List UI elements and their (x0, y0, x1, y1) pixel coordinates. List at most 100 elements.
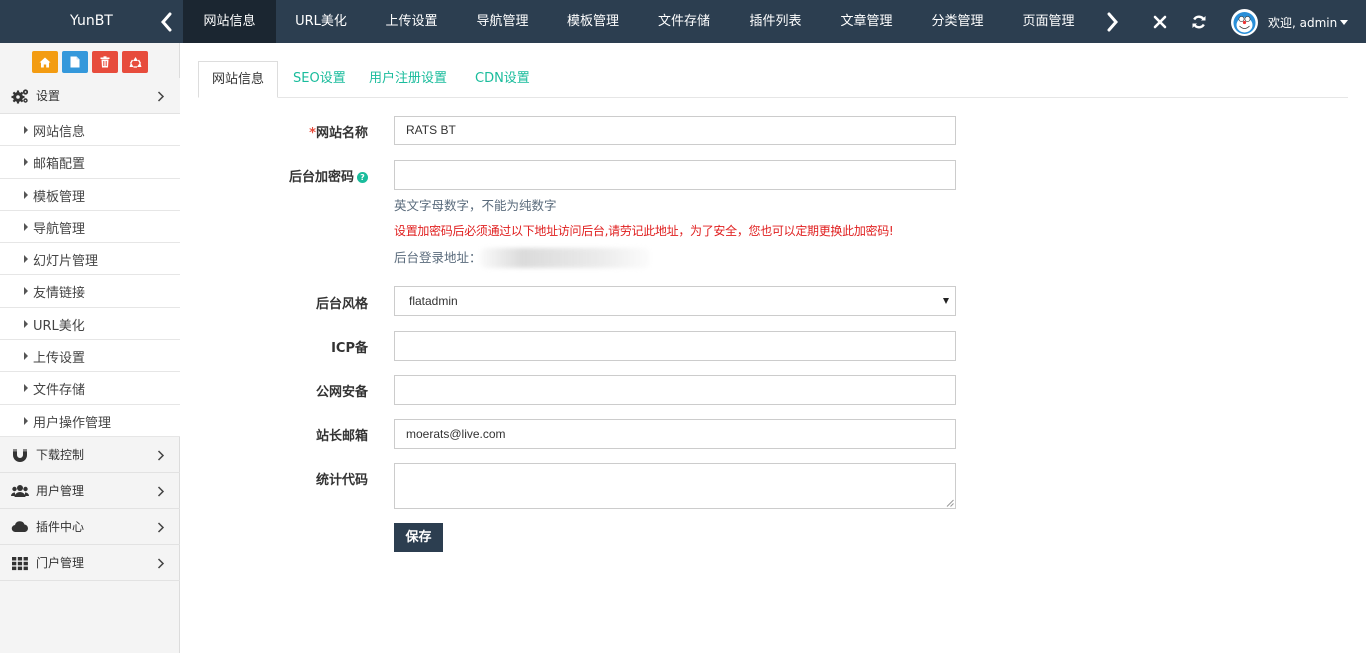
police-record-input[interactable] (394, 375, 956, 405)
chevron-right-icon[interactable] (1102, 11, 1122, 33)
sidebar-section-user-management[interactable]: 用户管理 (0, 473, 180, 509)
users-icon (11, 485, 29, 497)
site-name-label: *网站名称 (309, 126, 368, 141)
admin-email-label: 站长邮箱 (315, 429, 368, 444)
user-menu[interactable]: 欢迎, admin (1231, 8, 1349, 36)
topnav-item-page-management[interactable]: 页面管理 (1003, 0, 1094, 43)
home-button[interactable] (32, 51, 58, 73)
sidebar-section-label: 设置 (36, 89, 61, 103)
topnav-item-plugin-list[interactable]: 插件列表 (730, 0, 821, 43)
topnav-item-category-management[interactable]: 分类管理 (912, 0, 1003, 43)
avatar (1231, 8, 1258, 36)
topnav-item-template-management[interactable]: 模板管理 (548, 0, 638, 43)
stats-code-label: 统计代码 (315, 473, 368, 488)
caret-right-icon (24, 287, 28, 296)
recycle-icon (129, 57, 141, 68)
caret-down-icon (943, 298, 949, 304)
admin-password-warning: 设置加密码后必须通过以下地址访问后台,请劳记此地址，为了安全，您也可以定期更换此… (394, 224, 894, 238)
chevron-right-icon (157, 486, 165, 497)
caret-right-icon (24, 255, 28, 264)
home-icon (39, 57, 51, 67)
sidebar: 设置 网站信息 邮箱配置 模板管理 导航管理 幻灯片管理 友情链接 URL美化 … (0, 43, 180, 653)
sidebar-item-user-action-management[interactable]: 用户操作管理 (0, 405, 180, 437)
required-mark: * (309, 126, 316, 141)
chevron-right-icon (157, 558, 165, 569)
caret-right-icon (24, 222, 28, 231)
admin-theme-label: 后台风格 (315, 297, 368, 312)
sidebar-item-template-management[interactable]: 模板管理 (0, 179, 180, 211)
topnav-item-nav-management[interactable]: 导航管理 (457, 0, 548, 43)
sidebar-item-friend-links[interactable]: 友情链接 (0, 275, 180, 308)
question-circle-icon[interactable]: ? (357, 172, 368, 183)
settings-tabs: 网站信息 SEO设置 用户注册设置 CDN设置 (198, 61, 1348, 98)
sidebar-section-portal-management[interactable]: 门户管理 (0, 545, 180, 581)
sidebar-item-mail-config[interactable]: 邮箱配置 (0, 146, 180, 179)
sidebar-item-upload-settings[interactable]: 上传设置 (0, 340, 180, 373)
sidebar-item-site-info[interactable]: 网站信息 (0, 114, 180, 147)
chevron-left-icon[interactable] (158, 11, 176, 33)
welcome-text: 欢迎, admin (1268, 15, 1338, 30)
topnav-item-article-management[interactable]: 文章管理 (821, 0, 912, 43)
caret-right-icon (24, 352, 28, 361)
sidebar-item-file-storage[interactable]: 文件存储 (0, 372, 180, 405)
tab-seo-settings[interactable]: SEO设置 (293, 61, 346, 98)
close-icon[interactable] (1152, 13, 1168, 31)
tab-cdn-settings[interactable]: CDN设置 (475, 61, 530, 98)
refresh-icon[interactable] (1191, 13, 1207, 31)
chevron-right-icon (157, 522, 165, 533)
sidebar-section-settings[interactable]: 设置 (0, 78, 180, 114)
caret-right-icon (24, 416, 28, 425)
admin-password-input[interactable] (394, 160, 956, 190)
brand-title: YunBT (70, 13, 113, 29)
police-record-label: 公网安备 (315, 385, 368, 400)
new-file-button[interactable] (62, 51, 88, 73)
cloud-icon (11, 521, 28, 533)
admin-email-input[interactable]: moerats@live.com (394, 419, 956, 449)
top-nav-tabs: 网站信息 URL美化 上传设置 导航管理 模板管理 文件存储 插件列表 文章管理… (183, 0, 1094, 43)
quick-action-buttons (32, 51, 148, 73)
stats-code-textarea[interactable] (394, 463, 956, 509)
redacted-login-url (480, 248, 650, 268)
sidebar-item-url-rewrite[interactable]: URL美化 (0, 308, 180, 341)
grid-icon (12, 557, 28, 571)
topnav-item-upload-settings[interactable]: 上传设置 (366, 0, 457, 43)
topnav-item-file-storage[interactable]: 文件存储 (638, 0, 730, 43)
trash-icon (100, 56, 110, 68)
caret-down-icon (1340, 20, 1349, 25)
tab-user-registration[interactable]: 用户注册设置 (369, 61, 447, 98)
sidebar-section-plugin-center[interactable]: 插件中心 (0, 509, 180, 545)
topnav-item-site-info[interactable]: 网站信息 (183, 0, 276, 43)
clear-cache-button[interactable] (122, 51, 148, 73)
admin-password-hint: 英文字母数字，不能为纯数字 (394, 198, 557, 213)
sidebar-section-label: 门户管理 (36, 556, 85, 570)
settings-submenu: 网站信息 邮箱配置 模板管理 导航管理 幻灯片管理 友情链接 URL美化 上传设… (0, 114, 180, 437)
sidebar-section-label: 下载控制 (36, 448, 85, 462)
caret-right-icon (24, 190, 28, 199)
caret-right-icon (24, 126, 28, 134)
icp-input[interactable] (394, 331, 956, 361)
sidebar-section-label: 插件中心 (36, 520, 85, 534)
icp-label: ICP备 (331, 341, 368, 356)
caret-right-icon (24, 319, 28, 328)
resize-grip-icon[interactable] (946, 499, 954, 507)
chevron-right-icon (157, 450, 165, 461)
admin-theme-selected-value: flatadmin (409, 294, 458, 308)
delete-button[interactable] (92, 51, 118, 73)
sidebar-item-slideshow-management[interactable]: 幻灯片管理 (0, 243, 180, 276)
sidebar-section-label: 用户管理 (36, 484, 85, 498)
admin-password-label: 后台加密码? (289, 166, 368, 185)
top-navbar: YunBT 网站信息 URL美化 上传设置 导航管理 模板管理 文件存储 插件列… (0, 0, 1366, 43)
site-name-input[interactable]: RATS BT (394, 116, 956, 145)
chevron-right-icon (157, 91, 165, 102)
sidebar-item-nav-management[interactable]: 导航管理 (0, 211, 180, 244)
topnav-item-url-rewrite[interactable]: URL美化 (276, 0, 366, 43)
brand[interactable]: YunBT (0, 0, 183, 43)
tab-site-info[interactable]: 网站信息 (198, 61, 279, 98)
admin-theme-select[interactable]: flatadmin (394, 286, 956, 316)
magnet-icon (13, 449, 27, 462)
gears-icon (11, 89, 29, 104)
save-button[interactable]: 保存 (394, 523, 443, 552)
user-avatar-icon (1231, 9, 1258, 35)
sidebar-section-download-control[interactable]: 下载控制 (0, 437, 180, 473)
admin-login-url-label: 后台登录地址： (394, 250, 482, 265)
